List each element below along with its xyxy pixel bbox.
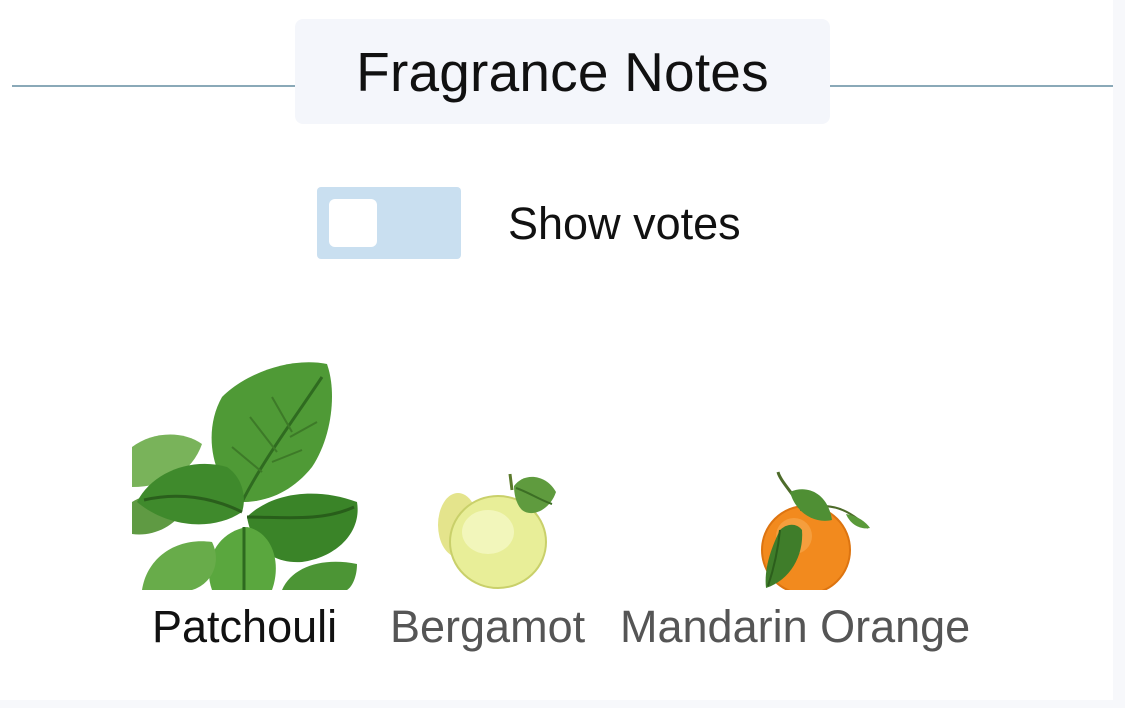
section-divider-right (830, 85, 1113, 87)
patchouli-leaf-icon (132, 352, 367, 590)
note-name-mandarin-orange: Mandarin Orange (620, 601, 971, 652)
section-divider-left (12, 85, 296, 87)
toggle-knob (329, 199, 377, 247)
note-patchouli[interactable]: Patchouli (132, 352, 367, 657)
note-mandarin-orange[interactable]: Mandarin Orange (620, 470, 1000, 657)
note-name-patchouli: Patchouli (152, 601, 338, 652)
note-bergamot[interactable]: Bergamot (390, 470, 605, 657)
note-name-bergamot: Bergamot (390, 601, 586, 652)
page-edge-bottom (0, 700, 1125, 708)
section-title: Fragrance Notes (356, 40, 769, 103)
fragrance-notes-page: Fragrance Notes Show votes Patchouli Ber… (0, 0, 1125, 708)
section-heading: Fragrance Notes (295, 19, 830, 124)
show-votes-toggle[interactable] (317, 187, 461, 259)
bergamot-fruit-icon (436, 470, 556, 590)
mandarin-orange-icon (750, 470, 870, 590)
page-edge-right (1113, 0, 1125, 708)
show-votes-label: Show votes (508, 198, 741, 249)
